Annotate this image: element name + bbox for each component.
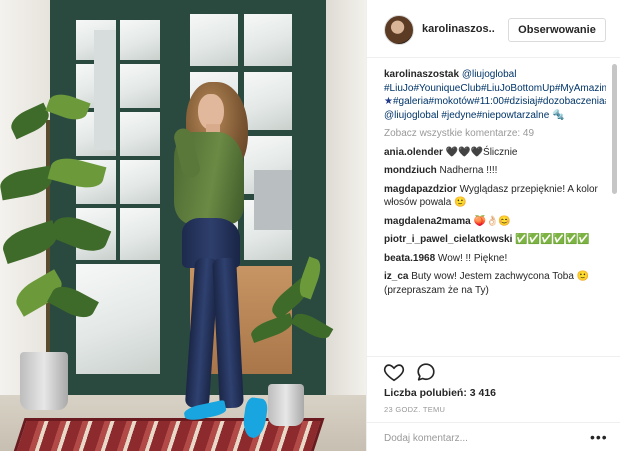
post-timestamp: 23 GODZ. TEMU (384, 405, 446, 414)
post-actions (367, 356, 620, 386)
add-comment-bar: ••• (367, 422, 620, 451)
caption-text-segment: 🔩 (549, 109, 565, 121)
comment-text: 🍑👌🏻😊 (470, 215, 511, 227)
window-pane (120, 64, 160, 108)
window-pane (120, 208, 160, 260)
window-pane (190, 14, 238, 66)
caption-tag-link[interactable]: @liujoglobal (384, 110, 439, 121)
comment-username[interactable]: magdapazdzior (384, 184, 457, 195)
comment-username[interactable]: iz_ca (384, 271, 408, 282)
comment-item: magdalena2mama 🍑👌🏻😊 (384, 215, 606, 229)
caption-author[interactable]: karolinaszostak (384, 69, 459, 80)
window-pane (120, 112, 160, 156)
plant-pot (268, 384, 304, 426)
comment-username[interactable]: beata.1968 (384, 253, 435, 264)
comment-text: 🖤🖤🖤Ślicznie (442, 146, 518, 158)
more-options-icon[interactable]: ••• (590, 430, 608, 444)
comment-container: ania.olender 🖤🖤🖤Ślicznie mondziuch Nadher… (384, 146, 606, 298)
caption-tag-link[interactable]: #jedyne#niepowtarzalne (441, 110, 549, 121)
window-pane (120, 20, 160, 60)
comment-text: ✅✅✅✅✅✅ (512, 234, 590, 245)
comment-username[interactable]: ania.olender (384, 147, 443, 158)
instagram-post-view: karolinaszos.. Obserwowanie karolinaszos… (0, 0, 620, 451)
comment-text: Nadherna !!!! (436, 165, 498, 176)
star-icon: ★ (384, 96, 393, 107)
comment-item: iz_ca Buty wow! Jestem zachwycona Toba 🙂… (384, 270, 606, 297)
comment-username[interactable]: magdalena2mama (384, 216, 471, 227)
post-photo[interactable] (0, 0, 366, 451)
comment-item: ania.olender 🖤🖤🖤Ślicznie (384, 146, 606, 160)
comment-item: beata.1968 Wow! !! Piękne! (384, 252, 606, 266)
comment-item: magdapazdzior Wyglądasz przepięknie! A k… (384, 183, 606, 210)
comment-icon[interactable] (415, 361, 437, 383)
caption-tag-link[interactable]: #LiuJo#YouniqueClub#LiuJoBottomUp#MyAmaz… (384, 83, 606, 94)
comments-list[interactable]: karolinaszostak @liujoglobal #LiuJo#Youn… (384, 68, 606, 353)
window-pane (76, 264, 160, 374)
post-caption: karolinaszostak @liujoglobal #LiuJo#Youn… (384, 68, 606, 122)
author-avatar[interactable] (384, 15, 414, 45)
window-pane (244, 14, 292, 66)
comment-item: mondziuch Nadherna !!!! (384, 164, 606, 178)
comment-item: piotr_i_pawel_cielatkowski ✅✅✅✅✅✅ (384, 233, 606, 247)
plant-pot (20, 352, 68, 410)
view-all-comments-link[interactable]: Zobacz wszystkie komentarze: 49 (384, 127, 606, 141)
building-silhouette (254, 170, 292, 230)
comments-scrollbar[interactable] (612, 64, 617, 354)
window-pane (244, 72, 292, 130)
post-header: karolinaszos.. Obserwowanie (367, 0, 620, 58)
photo-wall-right (322, 0, 366, 451)
add-comment-input[interactable] (384, 430, 584, 446)
comment-username[interactable]: piotr_i_pawel_cielatkowski (384, 234, 512, 245)
comment-username[interactable]: mondziuch (384, 165, 437, 176)
window-pane (120, 160, 160, 204)
likes-count[interactable]: Liczba polubień: 3 416 (384, 387, 496, 399)
building-silhouette (94, 30, 116, 150)
follow-button[interactable]: Obserwowanie (508, 18, 606, 42)
caption-tag-link[interactable]: #galeria#mokotów#11:00#dzisiaj#dozobacze… (393, 96, 606, 107)
comment-text: Buty wow! Jestem zachwycona Toba 🙂 (prze… (384, 271, 590, 296)
author-username[interactable]: karolinaszos.. (422, 23, 495, 35)
comment-text: Wow! !! Piękne! (435, 252, 508, 264)
heart-icon[interactable] (383, 361, 405, 383)
scrollbar-thumb[interactable] (612, 64, 617, 194)
caption-tag-link[interactable]: @liujoglobal (462, 69, 517, 80)
post-side-panel: karolinaszos.. Obserwowanie karolinaszos… (366, 0, 620, 451)
